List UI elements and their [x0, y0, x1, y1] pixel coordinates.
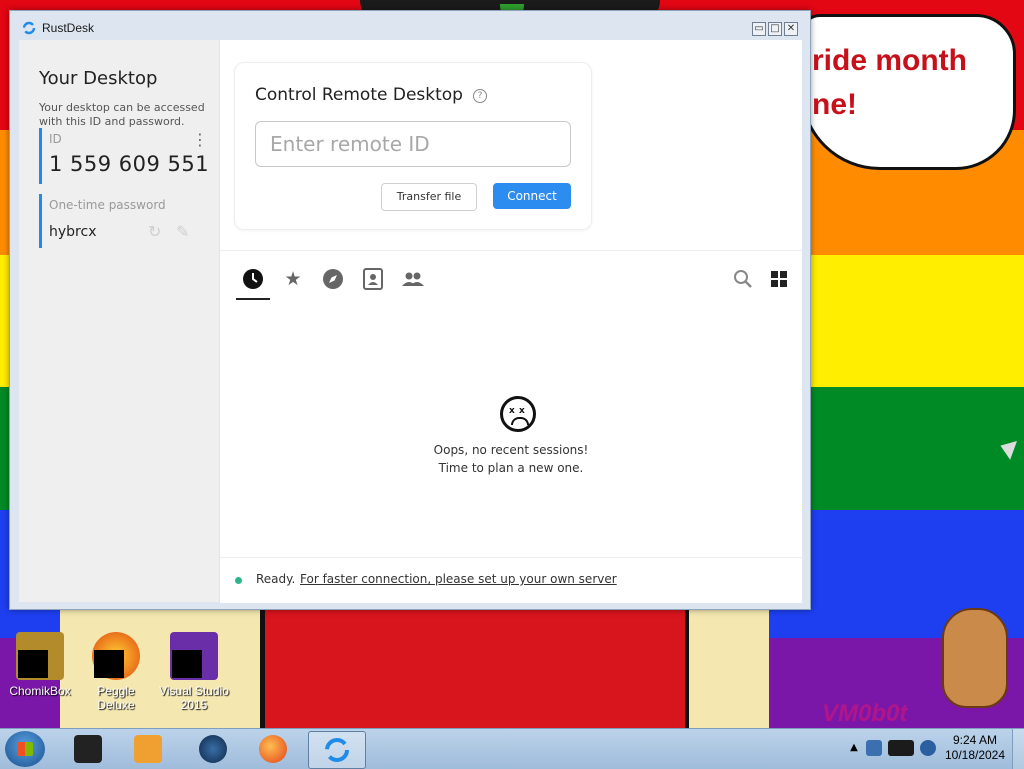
- start-button[interactable]: [5, 731, 45, 767]
- star-icon: ★: [284, 268, 302, 290]
- clock-time: 9:24 AM: [952, 733, 998, 747]
- minimize-icon: ▭: [754, 23, 764, 34]
- desktop-icon-peggle[interactable]: Peggle Deluxe: [78, 632, 154, 712]
- rustdesk-tray-icon[interactable]: [920, 740, 936, 756]
- tab-address-book[interactable]: [356, 264, 390, 298]
- taskbar-app-rustdesk[interactable]: [308, 731, 366, 769]
- people-icon: [402, 272, 424, 286]
- main-panel: Control Remote Desktop ? Transfer file C…: [220, 40, 802, 603]
- status-ready-text: Ready.: [256, 572, 296, 586]
- refresh-password-icon[interactable]: ↻: [148, 222, 161, 241]
- taskbar-clock[interactable]: 9:24 AM 10/18/2024: [940, 733, 1010, 763]
- tab-recent[interactable]: [236, 264, 270, 300]
- desktop-icon-label: Peggle Deluxe: [97, 684, 135, 712]
- minimize-button[interactable]: ▭: [752, 22, 766, 36]
- empty-state-line1: Oops, no recent sessions!: [433, 443, 589, 457]
- peggle-icon: [92, 632, 140, 680]
- id-label: ID: [49, 132, 62, 146]
- clock-icon: [243, 269, 263, 289]
- taskbar: ▲ 9:24 AM 10/18/2024: [0, 728, 1024, 769]
- transfer-file-button[interactable]: Transfer file: [381, 183, 477, 211]
- password-value[interactable]: hybrcx: [49, 224, 96, 240]
- search-button[interactable]: [728, 264, 758, 294]
- rustdesk-window: RustDesk ▭ □ ✕ Your Desktop Your desktop…: [9, 10, 811, 610]
- search-icon: [734, 270, 752, 288]
- setup-server-link[interactable]: For faster connection, please set up you…: [300, 572, 617, 586]
- compass-icon: [323, 269, 343, 289]
- vm-logo-text: VM0b0t: [822, 700, 908, 727]
- window-titlebar[interactable]: RustDesk ▭ □ ✕: [10, 11, 810, 41]
- hamster-image: [942, 608, 1008, 708]
- media-player-icon: [134, 735, 162, 763]
- contact-card-icon: [363, 268, 383, 290]
- windows-logo-icon: [17, 742, 33, 756]
- close-button[interactable]: ✕: [784, 22, 798, 36]
- taskbar-app-firefox[interactable]: [245, 731, 301, 767]
- taskbar-app-virtualbox[interactable]: [60, 731, 116, 767]
- close-icon: ✕: [786, 23, 796, 34]
- status-indicator: [235, 577, 242, 584]
- speech-bubble-line2: ne!: [812, 88, 857, 121]
- id-value[interactable]: 1 559 609 551: [49, 152, 209, 176]
- tab-discovered[interactable]: [316, 264, 350, 298]
- visual-studio-icon: [170, 632, 218, 680]
- chomikbox-icon: [16, 632, 64, 680]
- taskbar-app-media-player[interactable]: [120, 731, 176, 767]
- empty-state-line2: Time to plan a new one.: [438, 461, 584, 475]
- sad-face-icon: x x: [500, 396, 536, 432]
- cartoon-panel-right: [686, 608, 769, 728]
- more-options-icon[interactable]: ⋮: [192, 130, 208, 149]
- rustdesk-logo-icon: [22, 21, 36, 35]
- rustdesk-logo-icon: [325, 738, 349, 762]
- section-divider: [220, 250, 802, 251]
- desktop-icon-label: Visual Studio 2015: [159, 684, 229, 712]
- control-remote-title: Control Remote Desktop: [255, 85, 463, 105]
- connect-button[interactable]: Connect: [493, 183, 571, 209]
- password-label: One-time password: [49, 198, 166, 212]
- black-box-icon: [74, 735, 102, 763]
- window-title: RustDesk: [42, 21, 95, 35]
- desktop-icon-chomikbox[interactable]: ChomikBox: [2, 632, 78, 698]
- password-section: One-time password hybrcx ↻ ✎: [39, 194, 212, 248]
- remote-id-input[interactable]: [255, 121, 571, 167]
- monitor-icon[interactable]: [888, 740, 914, 756]
- show-desktop-button[interactable]: [1012, 729, 1024, 769]
- your-desktop-panel: Your Desktop Your desktop can be accesse…: [19, 40, 219, 602]
- tab-favorites[interactable]: ★: [276, 264, 310, 298]
- show-hidden-icons-icon[interactable]: ▲: [846, 740, 862, 756]
- speech-bubble-line1: ride month: [812, 44, 967, 77]
- taskbar-app-globe[interactable]: [185, 731, 241, 767]
- help-icon[interactable]: ?: [473, 89, 487, 103]
- network-icon[interactable]: [866, 740, 882, 756]
- clock-date: 10/18/2024: [944, 748, 1006, 762]
- peer-tabs: ★: [234, 264, 794, 304]
- maximize-icon: □: [770, 23, 780, 34]
- edit-password-icon[interactable]: ✎: [176, 222, 189, 241]
- grid-view-icon: [771, 271, 787, 287]
- maximize-button[interactable]: □: [768, 22, 782, 36]
- desktop-icon-label: ChomikBox: [9, 684, 71, 698]
- your-desktop-title: Your Desktop: [39, 68, 158, 89]
- cartoon-panel-center: [262, 608, 688, 728]
- firefox-icon: [259, 735, 287, 763]
- your-desktop-description: Your desktop can be accessed with this I…: [39, 101, 205, 128]
- desktop-icon-visual-studio[interactable]: Visual Studio 2015: [156, 632, 232, 712]
- grid-view-button[interactable]: [764, 264, 794, 294]
- globe-icon: [199, 735, 227, 763]
- id-section: ID 1 559 609 551 ⋮: [39, 128, 212, 184]
- control-remote-card: Control Remote Desktop ? Transfer file C…: [234, 62, 592, 230]
- system-tray: ▲: [840, 731, 940, 767]
- status-bar: Ready. For faster connection, please set…: [220, 557, 802, 603]
- tab-group[interactable]: [396, 264, 430, 298]
